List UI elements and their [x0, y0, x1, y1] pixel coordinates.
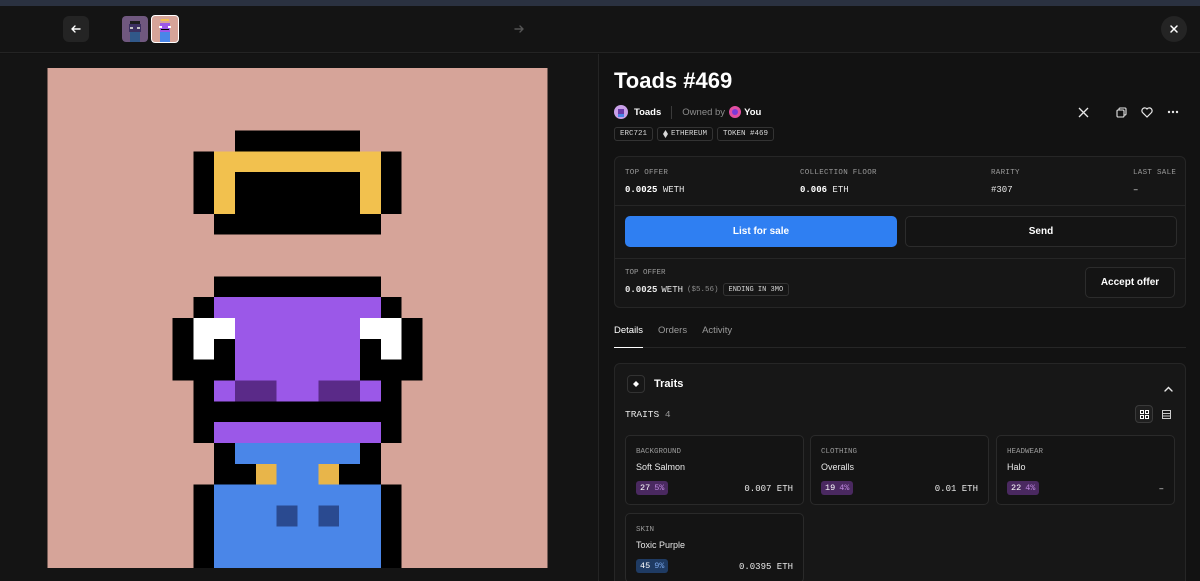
trait-floor-price: 0.01 ETH — [934, 484, 978, 494]
toad-thumbnail-image — [159, 19, 171, 42]
more-button[interactable] — [1160, 104, 1186, 120]
heart-icon — [1141, 106, 1153, 118]
view-toggle — [1135, 405, 1175, 423]
trait-rarity-badge: 27 5% — [636, 481, 669, 495]
collection-avatar — [614, 105, 628, 119]
x-logo-icon — [1078, 107, 1088, 117]
toad-thumbnail-1[interactable] — [122, 16, 148, 42]
details-panel: Toads #469 Toads Owned by You ERC721 ETH… — [600, 54, 1200, 581]
tab-details[interactable]: Details — [614, 325, 644, 348]
arrow-left-icon — [71, 25, 81, 33]
traits-count: TRAITS 4 — [625, 409, 671, 420]
trait-floor-price: 0.007 ETH — [744, 484, 793, 494]
chevron-up-icon — [1164, 386, 1173, 392]
owner-avatar — [729, 106, 742, 118]
tag-standard: ERC721 — [614, 127, 654, 141]
back-button[interactable] — [63, 16, 89, 42]
list-view-button[interactable] — [1157, 405, 1175, 423]
stats-row: TOP OFFER 0.0025 WETH COLLECTION FLOOR 0… — [625, 157, 1177, 205]
collection-floor-stat: COLLECTION FLOOR 0.006 ETH — [800, 169, 877, 195]
item-actions — [1070, 104, 1186, 120]
trait-card-skin[interactable]: SKIN Toxic Purple 45 9% 0.0395 ETH — [625, 513, 804, 581]
page-title: Toads #469 — [614, 68, 733, 93]
close-icon — [1170, 25, 1178, 33]
artwork-panel — [0, 54, 599, 581]
grid-view-button[interactable] — [1135, 405, 1153, 423]
last-sale-stat: LAST SALE – — [1133, 169, 1177, 195]
tag-token: TOKEN #469 — [717, 127, 775, 141]
share-x-button[interactable] — [1070, 104, 1096, 120]
favorite-button[interactable] — [1134, 104, 1160, 120]
copy-button[interactable] — [1108, 104, 1134, 120]
top-offer-stat: TOP OFFER 0.0025 WETH — [625, 169, 685, 195]
tab-orders[interactable]: Orders — [658, 325, 687, 348]
owner-link[interactable]: You — [744, 107, 761, 118]
detail-tabs: Details Orders Activity — [614, 325, 1186, 348]
divider — [615, 205, 1185, 206]
top-offer-row: TOP OFFER 0.0025 WETH ($5.56) ENDING IN … — [625, 269, 790, 296]
trait-rarity-badge: 22 4% — [1007, 481, 1040, 495]
rarity-stat: RARITY #307 — [991, 169, 1020, 195]
divider — [615, 258, 1185, 259]
token-tags: ERC721 ETHEREUM TOKEN #469 — [614, 127, 775, 141]
ethereum-icon — [663, 130, 669, 138]
trait-floor-price: 0.0395 ETH — [738, 562, 793, 572]
top-bar — [0, 6, 1200, 53]
trait-floor-price: – — [1158, 484, 1164, 494]
ownership-row: Toads Owned by You — [614, 104, 761, 120]
toad-thumbnail-image — [129, 21, 141, 42]
diamond-icon — [633, 381, 639, 387]
collapse-button[interactable] — [1164, 379, 1173, 397]
more-horizontal-icon — [1167, 110, 1179, 114]
offer-expiry-badge: ENDING IN 3MO — [722, 283, 790, 296]
trait-rarity-badge: 45 9% — [636, 559, 669, 573]
send-button[interactable]: Send — [905, 216, 1177, 247]
traits-badge — [627, 375, 645, 393]
copy-icon — [1115, 106, 1127, 118]
divider — [671, 105, 673, 119]
tag-chain: ETHEREUM — [657, 127, 714, 141]
grid-icon — [1139, 409, 1149, 419]
accept-offer-button[interactable]: Accept offer — [1085, 267, 1175, 298]
close-button[interactable] — [1161, 16, 1187, 42]
tab-activity[interactable]: Activity — [702, 325, 732, 348]
list-icon — [1161, 409, 1171, 419]
arrow-right-icon — [514, 25, 524, 33]
trait-rarity-badge: 19 4% — [821, 481, 854, 495]
list-for-sale-button[interactable]: List for sale — [625, 216, 897, 247]
traits-header[interactable]: Traits — [627, 375, 683, 393]
owned-by-label: Owned by — [682, 106, 726, 118]
traits-heading: Traits — [654, 378, 684, 390]
trait-card-clothing[interactable]: CLOTHING Overalls 19 4% 0.01 ETH — [810, 435, 989, 505]
collection-link[interactable]: Toads — [634, 107, 661, 118]
trait-card-background[interactable]: BACKGROUND Soft Salmon 27 5% 0.007 ETH — [625, 435, 804, 505]
price-card: TOP OFFER 0.0025 WETH COLLECTION FLOOR 0… — [614, 156, 1186, 308]
forward-button[interactable] — [506, 16, 532, 42]
toad-thumbnail-469[interactable] — [151, 15, 179, 43]
trait-card-headwear[interactable]: HEADWEAR Halo 22 4% – — [996, 435, 1175, 505]
toad-artwork — [47, 68, 548, 568]
traits-section: Traits TRAITS 4 BACKGROUND Soft Salmon 2… — [614, 363, 1186, 581]
